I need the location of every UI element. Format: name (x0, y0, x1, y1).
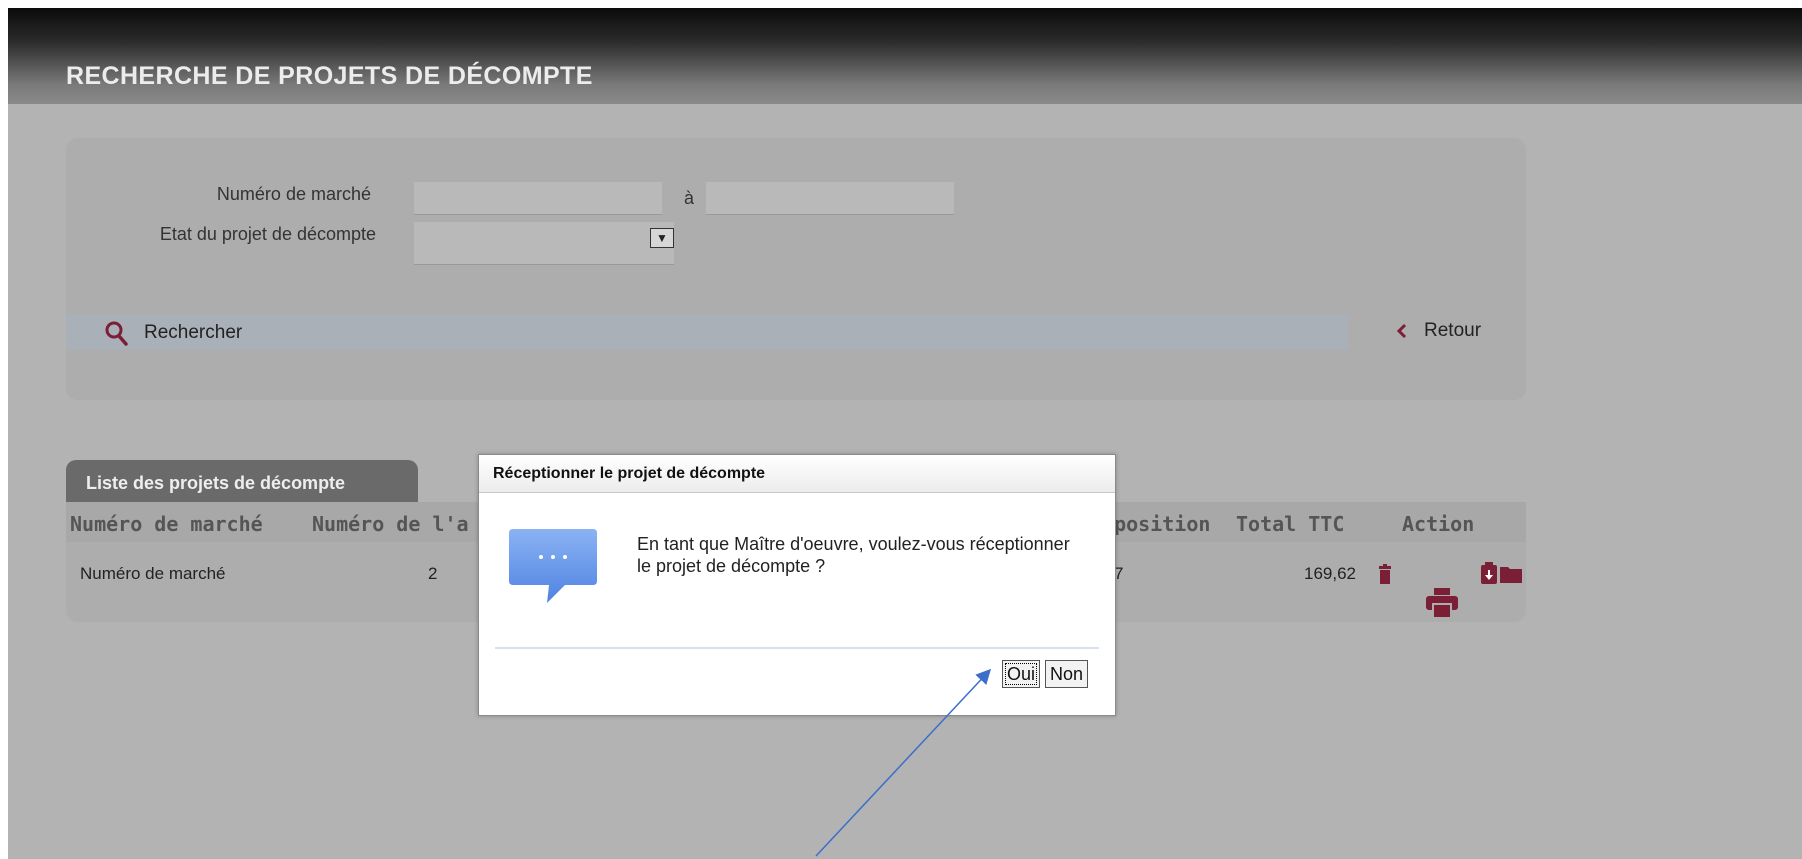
annotation-arrow (815, 668, 992, 857)
